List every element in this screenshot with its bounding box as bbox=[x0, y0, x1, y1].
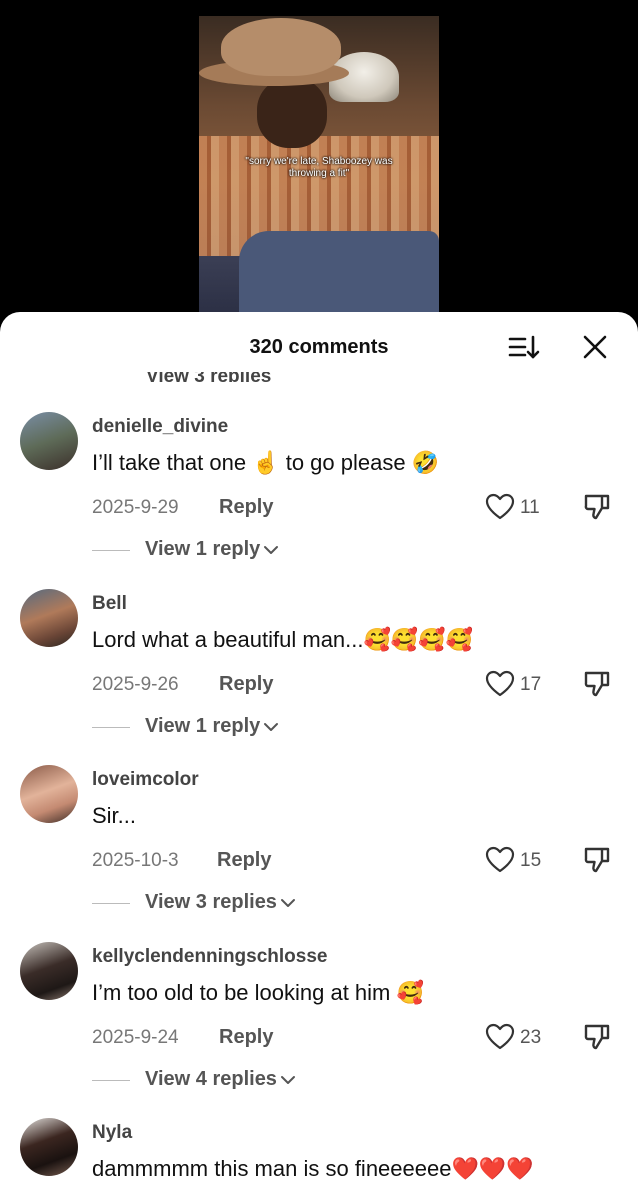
like-count: 17 bbox=[520, 674, 542, 695]
divider bbox=[92, 1080, 130, 1081]
like-count: 11 bbox=[520, 497, 540, 518]
avatar[interactable] bbox=[20, 765, 78, 823]
jeans-image bbox=[239, 231, 439, 316]
like-count: 15 bbox=[520, 850, 542, 871]
like-button[interactable] bbox=[485, 670, 515, 698]
comment-count: 320 comments bbox=[249, 336, 389, 358]
divider bbox=[92, 903, 130, 904]
view-replies-label: View 3 replies bbox=[145, 891, 277, 913]
comment-username[interactable]: Nyla bbox=[92, 1122, 132, 1144]
dislike-button[interactable] bbox=[582, 492, 612, 522]
heart-icon bbox=[485, 846, 515, 873]
heart-icon bbox=[485, 1023, 515, 1050]
view-replies-button[interactable]: View 3 replies bbox=[145, 891, 296, 914]
video-thumbnail[interactable]: "sorry we're late, Shaboozey was throwin… bbox=[199, 16, 439, 316]
sort-icon bbox=[508, 335, 540, 359]
avatar[interactable] bbox=[20, 1118, 78, 1176]
dislike-button[interactable] bbox=[582, 1022, 612, 1052]
chevron-down-icon bbox=[264, 722, 279, 731]
comment-text: Lord what a beautiful man...🥰🥰🥰🥰 bbox=[92, 627, 474, 652]
view-replies-label: View 1 reply bbox=[145, 538, 261, 560]
like-button[interactable] bbox=[485, 1023, 515, 1051]
reply-button[interactable]: Reply bbox=[219, 496, 273, 519]
chevron-down-icon bbox=[280, 898, 295, 907]
comment-username[interactable]: Bell bbox=[92, 593, 127, 615]
view-replies-label: View 4 replies bbox=[145, 1068, 277, 1090]
avatar[interactable] bbox=[20, 942, 78, 1000]
like-button[interactable] bbox=[485, 846, 515, 874]
like-button[interactable] bbox=[485, 493, 515, 521]
chevron-down-icon bbox=[280, 1075, 295, 1084]
close-icon bbox=[583, 335, 607, 359]
thumbs-down-icon bbox=[584, 847, 610, 873]
comment-date: 2025-9-26 bbox=[92, 674, 179, 695]
reply-button[interactable]: Reply bbox=[219, 673, 273, 696]
cowboy-hat-image bbox=[221, 18, 341, 76]
divider bbox=[92, 727, 130, 728]
view-replies-button[interactable]: View 4 replies bbox=[145, 1068, 296, 1091]
comment-date: 2025-9-24 bbox=[92, 1027, 179, 1048]
chevron-down-icon bbox=[264, 545, 279, 554]
avatar[interactable] bbox=[20, 589, 78, 647]
video-area[interactable]: "sorry we're late, Shaboozey was throwin… bbox=[0, 0, 638, 330]
comments-header: 320 comments View 3 replies bbox=[0, 312, 638, 382]
comment-text: I’m too old to be looking at him 🥰 bbox=[92, 980, 424, 1005]
sort-button[interactable] bbox=[508, 332, 540, 362]
reply-button[interactable]: Reply bbox=[217, 849, 271, 872]
comment-text: I’ll take that one ☝️ to go please 🤣 bbox=[92, 450, 440, 475]
comment-date: 2025-10-3 bbox=[92, 850, 179, 871]
view-replies-label: View 1 reply bbox=[145, 715, 261, 737]
comment-text: dammmmm this man is so fineeeeee❤️❤️❤️ bbox=[92, 1156, 534, 1181]
view-replies-button[interactable]: View 1 reply bbox=[145, 715, 279, 738]
comment-date: 2025-9-29 bbox=[92, 497, 179, 518]
reply-button[interactable]: Reply bbox=[219, 1026, 273, 1049]
comment-username[interactable]: denielle_divine bbox=[92, 416, 228, 438]
thumbs-down-icon bbox=[584, 1024, 610, 1050]
thumbs-down-icon bbox=[584, 494, 610, 520]
video-caption: "sorry we're late, Shaboozey was throwin… bbox=[245, 156, 393, 179]
comment-username[interactable]: kellyclendenningschlosse bbox=[92, 946, 327, 968]
view-replies-button[interactable]: View 1 reply bbox=[145, 538, 279, 561]
heart-icon bbox=[485, 670, 515, 697]
close-button[interactable] bbox=[580, 332, 610, 362]
divider bbox=[92, 550, 130, 551]
dislike-button[interactable] bbox=[582, 669, 612, 699]
comment-text: Sir... bbox=[92, 803, 137, 828]
avatar[interactable] bbox=[20, 412, 78, 470]
dislike-button[interactable] bbox=[582, 845, 612, 875]
comments-sheet: 320 comments View 3 replies denielle_div… bbox=[0, 312, 638, 1200]
like-count: 23 bbox=[520, 1027, 542, 1048]
thumbs-down-icon bbox=[584, 671, 610, 697]
heart-icon bbox=[485, 493, 515, 520]
face-image bbox=[257, 78, 327, 148]
comment-username[interactable]: loveimcolor bbox=[92, 769, 199, 791]
view-replies-cut[interactable]: View 3 replies bbox=[146, 372, 271, 382]
